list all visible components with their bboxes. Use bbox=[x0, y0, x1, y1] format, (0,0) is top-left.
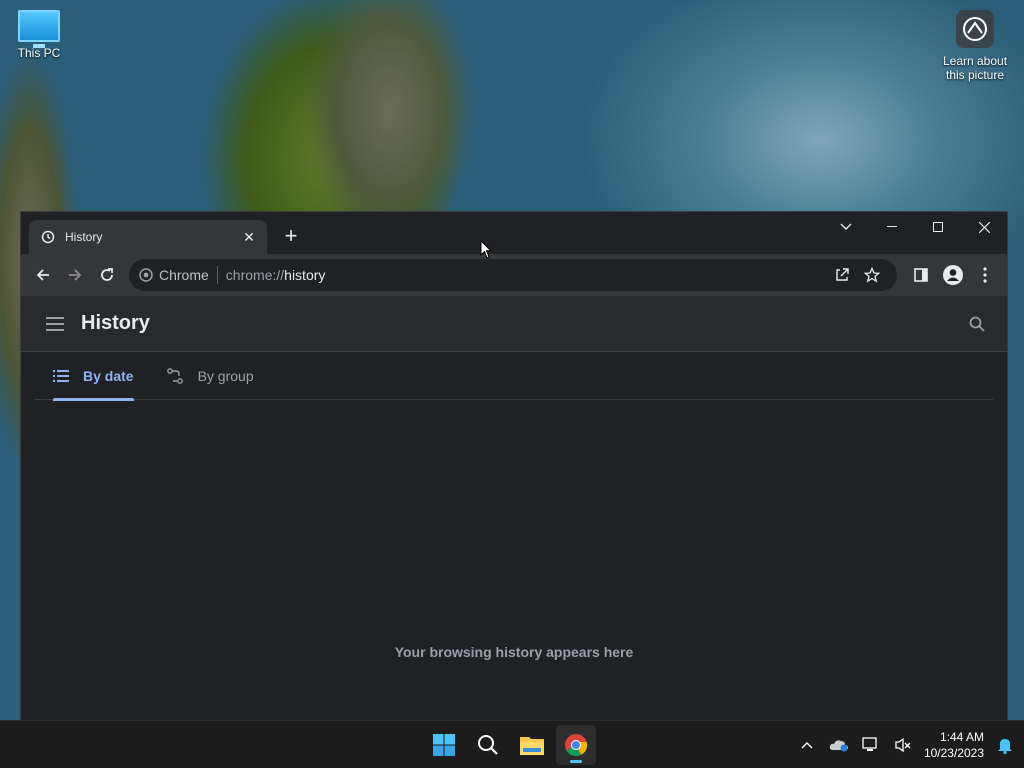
page-title: History bbox=[81, 312, 150, 334]
group-icon bbox=[166, 367, 183, 384]
address-bar[interactable]: Chrome chrome://history bbox=[129, 259, 897, 291]
side-panel-icon[interactable] bbox=[905, 259, 937, 291]
tab-search-icon[interactable] bbox=[823, 212, 869, 242]
windows-logo-icon bbox=[433, 734, 455, 756]
taskbar: 1:44 AM 10/23/2023 bbox=[0, 720, 1024, 768]
chrome-taskbar-button[interactable] bbox=[556, 725, 596, 765]
start-button[interactable] bbox=[424, 725, 464, 765]
empty-history-message: Your browsing history appears here bbox=[394, 644, 634, 660]
file-explorer-button[interactable] bbox=[512, 725, 552, 765]
onedrive-icon[interactable] bbox=[828, 734, 850, 756]
tab-by-group-label: By group bbox=[197, 367, 254, 384]
this-pc-label: This PC bbox=[17, 46, 61, 60]
bookmark-star-icon[interactable] bbox=[857, 267, 887, 283]
camera-info-icon bbox=[956, 10, 994, 48]
learn-about-picture-label: Learn about this picture bbox=[942, 54, 1008, 82]
browser-toolbar: Chrome chrome://history bbox=[21, 254, 1007, 296]
monitor-icon bbox=[18, 10, 60, 48]
volume-muted-icon[interactable] bbox=[892, 734, 914, 756]
tab-title: History bbox=[65, 230, 103, 244]
chrome-icon bbox=[565, 734, 588, 756]
chrome-chip[interactable]: Chrome bbox=[139, 266, 218, 284]
new-tab-button[interactable]: + bbox=[279, 225, 303, 249]
tab-history[interactable]: History ✕ bbox=[29, 220, 267, 254]
history-icon bbox=[41, 229, 57, 245]
magnifier-icon bbox=[478, 735, 498, 755]
clock-time: 1:44 AM bbox=[939, 730, 984, 744]
hamburger-menu-icon[interactable] bbox=[45, 314, 65, 334]
back-button[interactable] bbox=[27, 259, 59, 291]
url-path: history bbox=[284, 267, 326, 283]
minimize-button[interactable] bbox=[869, 212, 915, 242]
network-icon[interactable] bbox=[860, 734, 882, 756]
close-window-button[interactable] bbox=[961, 212, 1007, 242]
title-bar[interactable]: History ✕ + bbox=[21, 212, 1007, 254]
learn-about-picture-icon[interactable]: Learn about this picture bbox=[940, 10, 1010, 82]
reload-button[interactable] bbox=[91, 259, 123, 291]
history-header: History bbox=[21, 296, 1007, 352]
this-pc-desktop-icon[interactable]: This PC bbox=[10, 10, 68, 60]
close-tab-icon[interactable]: ✕ bbox=[241, 229, 257, 245]
history-page: History By date By group Your browsing h… bbox=[21, 296, 1007, 720]
tab-by-date[interactable]: By date bbox=[53, 352, 134, 401]
list-icon bbox=[53, 369, 69, 382]
forward-button[interactable] bbox=[59, 259, 91, 291]
maximize-button[interactable] bbox=[915, 212, 961, 242]
show-hidden-icons-chevron-icon[interactable] bbox=[796, 734, 818, 756]
search-icon[interactable] bbox=[961, 308, 993, 340]
taskbar-search-button[interactable] bbox=[468, 725, 508, 765]
chrome-window: History ✕ + Chrome chrome://history Hist… bbox=[20, 211, 1008, 720]
folder-icon bbox=[520, 737, 544, 755]
profile-avatar-icon[interactable] bbox=[937, 259, 969, 291]
notification-bell-icon[interactable] bbox=[994, 734, 1016, 756]
more-menu-icon[interactable] bbox=[969, 259, 1001, 291]
share-icon[interactable] bbox=[827, 267, 857, 283]
tab-by-date-label: By date bbox=[83, 367, 134, 384]
clock-date: 10/23/2023 bbox=[923, 746, 984, 760]
mouse-pointer-icon bbox=[480, 239, 493, 265]
url-scheme: chrome:// bbox=[225, 267, 285, 283]
tab-by-group[interactable]: By group bbox=[166, 352, 254, 400]
history-tabs: By date By group bbox=[35, 352, 993, 401]
system-clock[interactable]: 1:44 AM 10/23/2023 bbox=[924, 729, 984, 761]
chip-label: Chrome bbox=[159, 267, 209, 283]
chrome-logo-icon bbox=[139, 268, 153, 282]
